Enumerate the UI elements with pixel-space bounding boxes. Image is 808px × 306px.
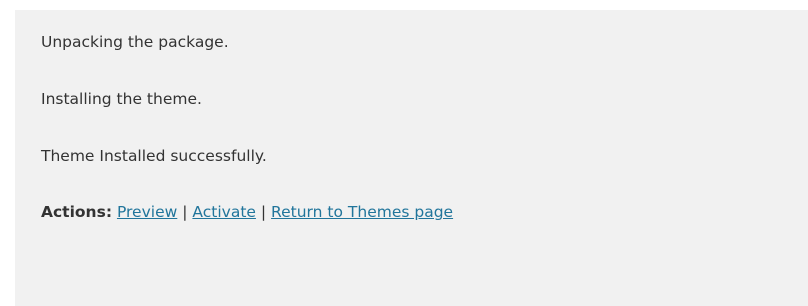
actions-label: Actions: [41, 203, 113, 221]
preview-link[interactable]: Preview [117, 203, 177, 221]
status-message-success: Theme Installed successfully. [41, 147, 267, 165]
activate-link[interactable]: Activate [192, 203, 256, 221]
actions-row: Actions: Preview | Activate | Return to … [41, 202, 453, 222]
status-message-unpacking: Unpacking the package. [41, 33, 229, 51]
status-message-installing: Installing the theme. [41, 90, 202, 108]
return-to-themes-link[interactable]: Return to Themes page [271, 203, 453, 221]
action-separator: | [260, 203, 267, 221]
action-separator: | [182, 203, 188, 221]
